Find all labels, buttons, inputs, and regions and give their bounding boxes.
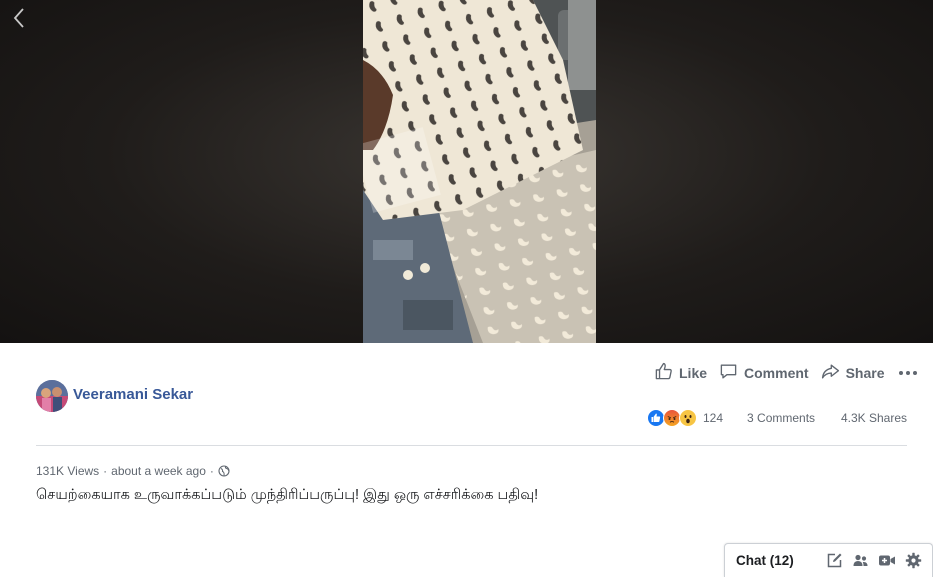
globe-icon[interactable]: [218, 465, 230, 477]
video-frame[interactable]: [363, 0, 596, 343]
thumbs-up-icon: [654, 362, 679, 384]
action-bar: Like Comment Share: [654, 362, 917, 384]
chat-label[interactable]: Chat (12): [736, 553, 794, 568]
wow-icon: [679, 409, 697, 427]
share-icon: [821, 362, 846, 384]
video-player[interactable]: [0, 0, 933, 343]
separator-dot: ·: [103, 464, 108, 478]
reaction-count[interactable]: 124: [703, 411, 723, 425]
chevron-left-icon[interactable]: [8, 6, 32, 30]
divider: [36, 445, 907, 446]
like-button[interactable]: Like: [654, 362, 707, 384]
post-caption: செயற்கையாக உருவாக்கப்படும் முந்திரிப்பரு…: [36, 487, 539, 503]
post-info: Veeramani Sekar Like Comment Share 124 3…: [0, 343, 933, 570]
reactions[interactable]: [647, 409, 697, 427]
comment-button[interactable]: Comment: [719, 362, 809, 384]
post-time[interactable]: about a week ago: [111, 464, 206, 478]
post-stats: 124 3 Comments 4.3K Shares: [647, 407, 907, 429]
chat-actions: [826, 552, 922, 569]
comment-icon: [719, 362, 744, 384]
create-group-icon[interactable]: [852, 552, 869, 569]
share-label: Share: [845, 365, 885, 381]
like-label: Like: [679, 365, 708, 381]
post-meta: 131K Views · about a week ago ·: [36, 464, 230, 478]
share-count[interactable]: 4.3K Shares: [841, 411, 907, 425]
video-call-icon[interactable]: [878, 552, 896, 569]
author-name[interactable]: Veeramani Sekar: [73, 386, 193, 403]
new-message-icon[interactable]: [826, 552, 843, 569]
settings-icon[interactable]: [905, 552, 922, 569]
chat-bar[interactable]: Chat (12): [724, 543, 933, 577]
view-count: 131K Views: [36, 464, 100, 478]
share-button[interactable]: Share: [821, 362, 885, 384]
separator-dot: ·: [209, 464, 214, 478]
more-options-icon[interactable]: [898, 371, 917, 375]
comment-count[interactable]: 3 Comments: [747, 411, 815, 425]
avatar[interactable]: [36, 380, 68, 412]
comment-label: Comment: [744, 365, 809, 381]
